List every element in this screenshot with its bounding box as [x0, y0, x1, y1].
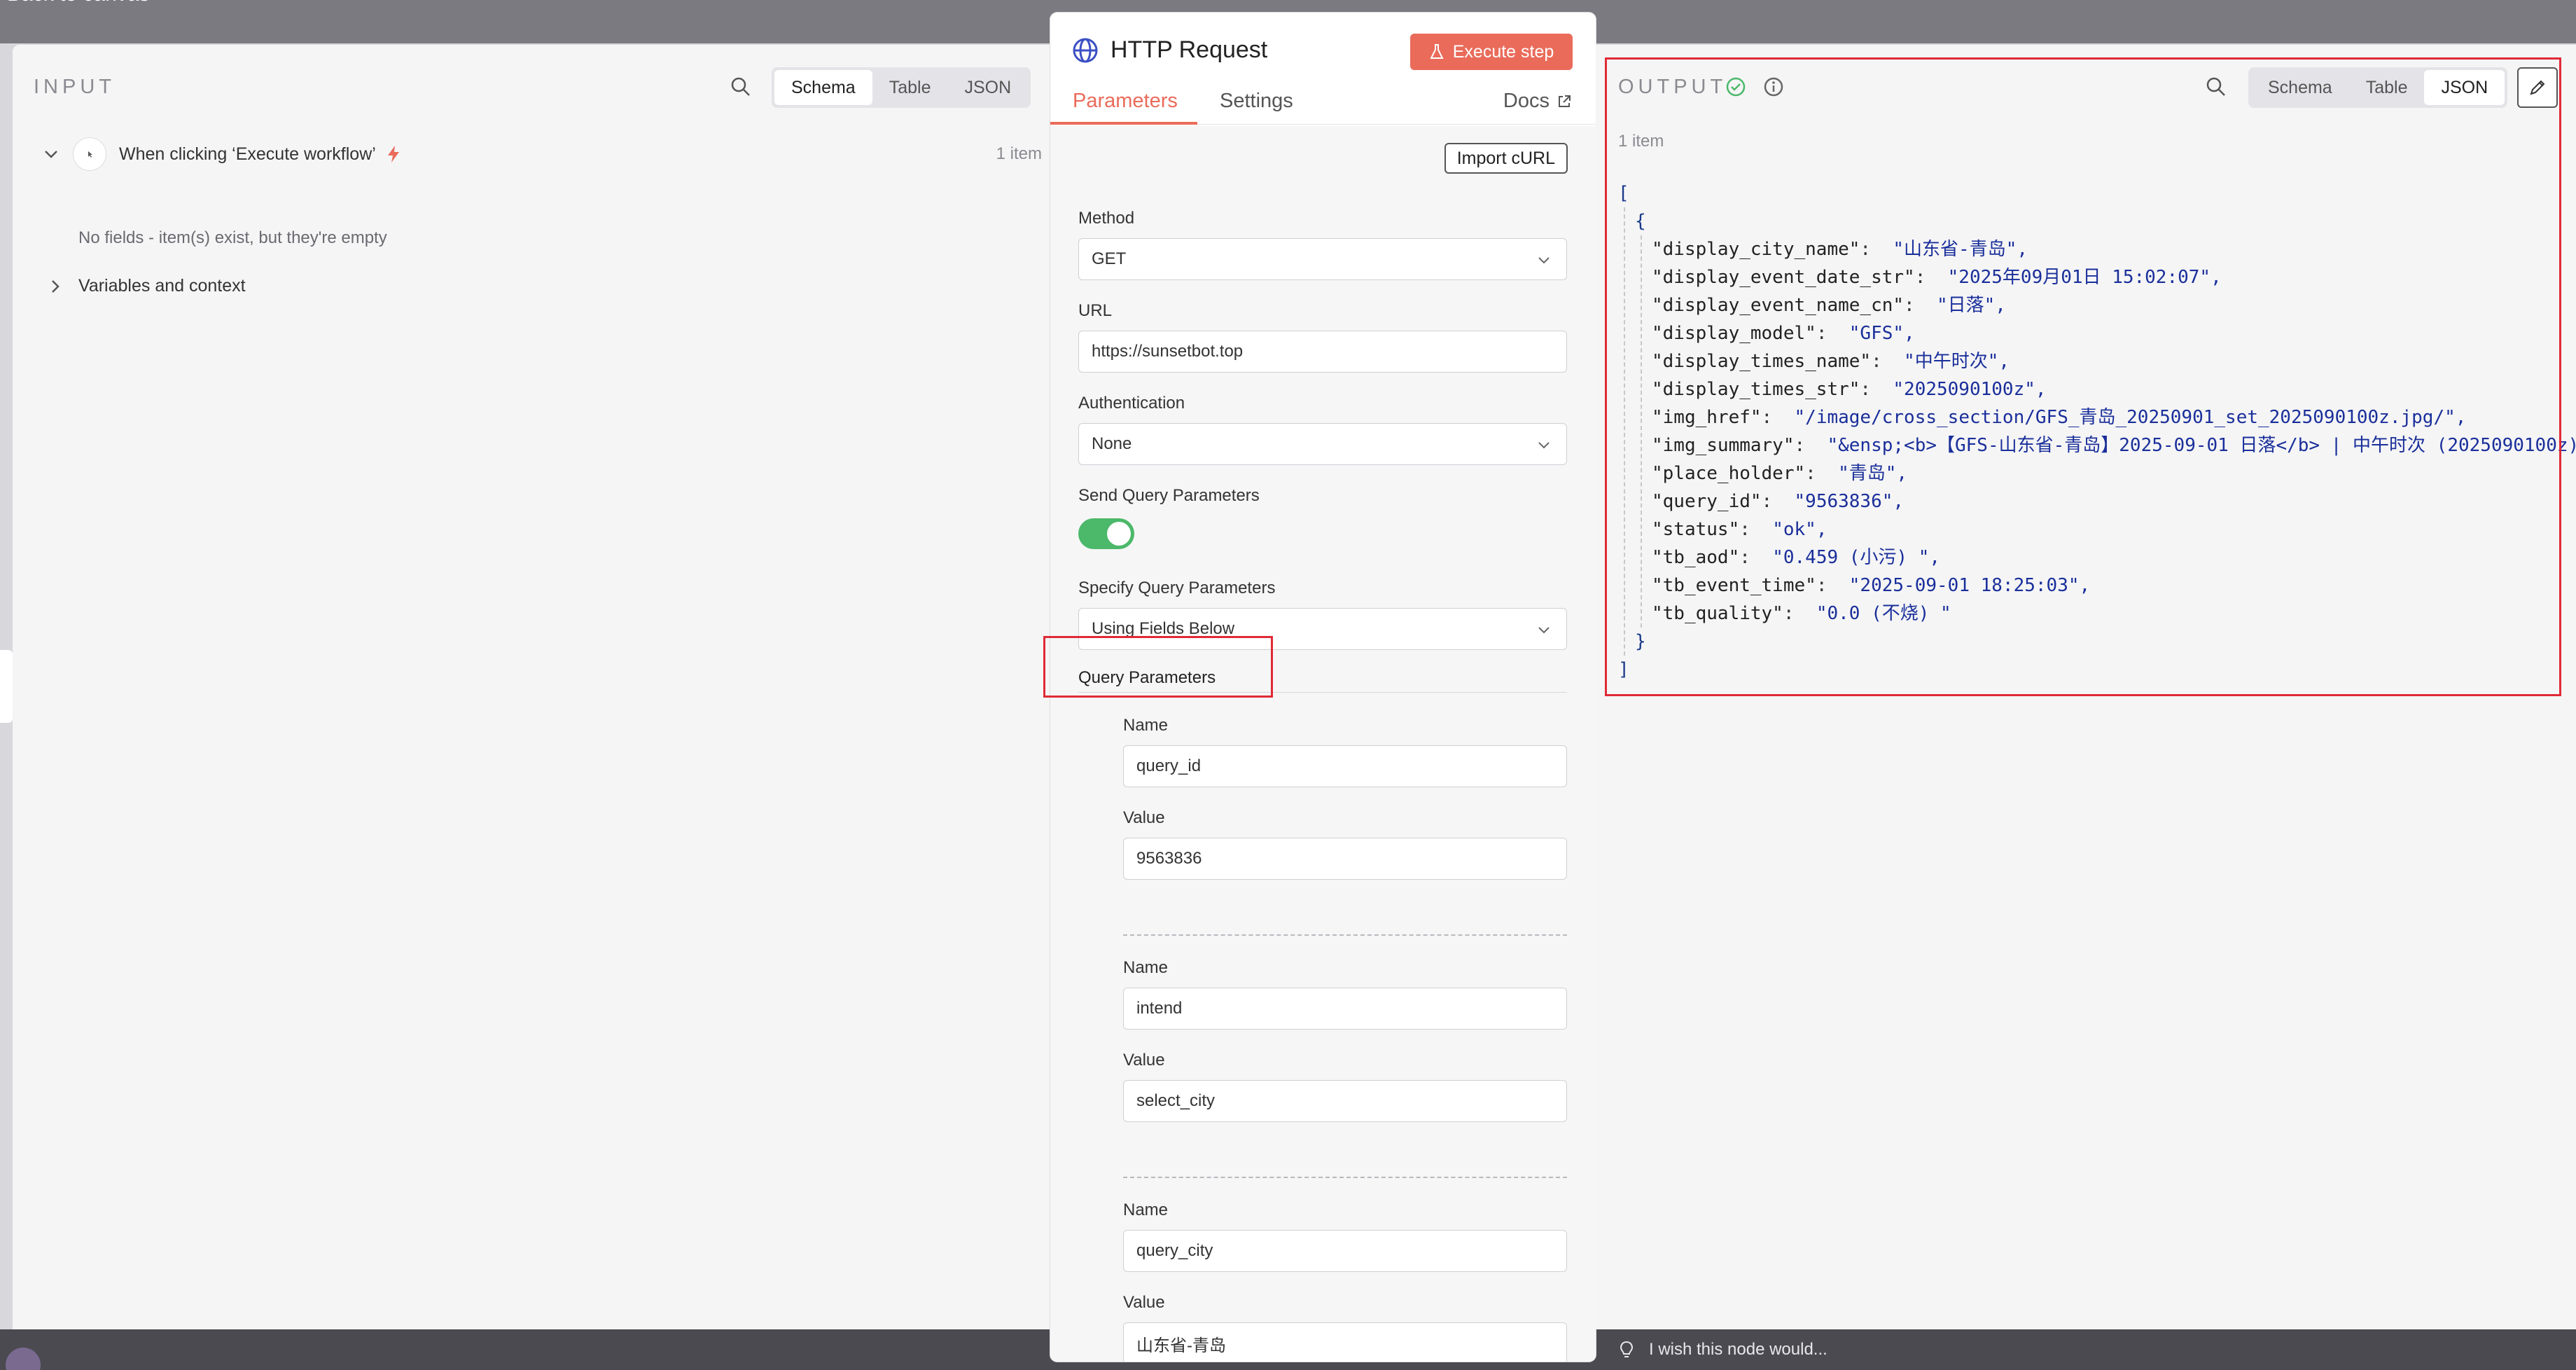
param-name-label: Name [1123, 716, 1169, 735]
back-to-canvas-label: Back to canvas [7, 0, 149, 6]
globe-icon [1073, 38, 1098, 63]
back-to-canvas-link[interactable]: Back to canvas [0, 0, 149, 10]
input-view-json[interactable]: JSON [947, 70, 1028, 105]
parameters-body: Import cURL Method GET URL https://sunse… [1050, 126, 1596, 1362]
lightning-icon [387, 146, 399, 162]
param-value-value: 山东省-青岛 [1136, 1336, 1226, 1355]
input-title: INPUT [34, 76, 116, 98]
execute-step-label: Execute step [1452, 41, 1554, 62]
param-value-input[interactable]: select_city [1123, 1080, 1567, 1122]
docs-link[interactable]: Docs [1503, 90, 1572, 113]
param-name-value: query_id [1136, 756, 1202, 775]
execute-step-button[interactable]: Execute step [1410, 34, 1573, 70]
chevron-down-icon [1538, 442, 1550, 449]
param-divider [1123, 1177, 1567, 1178]
canvas-edge-handle[interactable] [0, 650, 13, 723]
chevron-down-icon [1538, 257, 1550, 264]
param-value-value: 9563836 [1136, 849, 1202, 868]
chevron-down-icon [1538, 627, 1550, 634]
param-name-value: query_city [1136, 1241, 1213, 1260]
url-label: URL [1078, 301, 1113, 320]
method-select[interactable]: GET [1078, 238, 1567, 280]
param-name-input[interactable]: intend [1123, 988, 1567, 1030]
param-divider [1123, 934, 1567, 936]
param-value-label: Value [1123, 1051, 1165, 1070]
feedback-bar[interactable]: I wish this node would... [1596, 1329, 2576, 1370]
external-link-icon [1559, 95, 1571, 107]
active-tab-indicator [1050, 122, 1197, 125]
highlight-output [1605, 57, 2561, 696]
cursor-click-icon [88, 151, 92, 158]
send-query-toggle[interactable] [1078, 518, 1134, 549]
param-name-label: Name [1123, 958, 1169, 977]
param-value-label: Value [1123, 1293, 1165, 1312]
input-view-schema[interactable]: Schema [774, 70, 872, 105]
variables-context-label: Variables and context [78, 276, 246, 296]
param-value-input[interactable]: 山东省-青岛 [1123, 1322, 1567, 1362]
feedback-label: I wish this node would... [1649, 1340, 1827, 1359]
param-value-value: select_city [1136, 1091, 1216, 1110]
method-label: Method [1078, 209, 1135, 228]
docs-label: Docs [1503, 90, 1550, 112]
input-view-table[interactable]: Table [872, 70, 948, 105]
param-name-input[interactable]: query_id [1123, 745, 1567, 787]
param-value-input[interactable]: 9563836 [1123, 838, 1567, 880]
trigger-item-count: 1 item [996, 144, 1042, 163]
input-panel: INPUT Schema Table JSON When clicking ‘E… [13, 45, 1052, 1329]
empty-fields-note: No fields - item(s) exist, but they're e… [78, 228, 387, 247]
param-name-value: intend [1136, 999, 1183, 1018]
chevron-down-icon[interactable] [41, 144, 62, 165]
chevron-right-icon[interactable] [46, 277, 64, 296]
node-title[interactable]: HTTP Request [1111, 36, 1267, 64]
url-value: https://sunsetbot.top [1092, 342, 1244, 361]
method-value: GET [1092, 249, 1127, 268]
authentication-value: None [1092, 434, 1132, 453]
send-query-label: Send Query Parameters [1078, 486, 1260, 505]
tab-settings[interactable]: Settings [1220, 90, 1293, 113]
authentication-label: Authentication [1078, 394, 1185, 413]
flask-icon [1430, 44, 1444, 59]
variables-context-row[interactable]: Variables and context [46, 276, 246, 296]
specify-query-label: Specify Query Parameters [1078, 579, 1276, 597]
trigger-label: When clicking ‘Execute workflow’ [119, 144, 376, 164]
node-header: HTTP Request Execute step Parameters Set… [1050, 13, 1596, 125]
trigger-node-icon [73, 137, 106, 171]
authentication-select[interactable]: None [1078, 423, 1567, 465]
lightbulb-icon [1620, 1341, 1634, 1357]
url-input[interactable]: https://sunsetbot.top [1078, 331, 1567, 373]
highlight-query-parameters [1043, 636, 1273, 698]
param-name-label: Name [1123, 1201, 1169, 1219]
tab-parameters[interactable]: Parameters [1073, 90, 1178, 113]
param-name-input[interactable]: query_city [1123, 1230, 1567, 1272]
param-value-label: Value [1123, 808, 1165, 827]
import-curl-button[interactable]: Import cURL [1444, 143, 1568, 174]
input-view-toggle: Schema Table JSON [772, 67, 1031, 108]
trigger-row[interactable]: When clicking ‘Execute workflow’ 1 item [41, 136, 1042, 172]
node-tabs: Parameters Settings Docs [1050, 90, 1596, 125]
search-icon[interactable] [730, 76, 752, 98]
